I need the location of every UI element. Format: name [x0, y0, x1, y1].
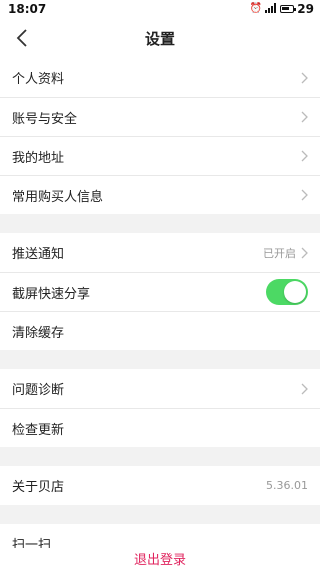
row-buyer-info[interactable]: 常用购买人信息 — [0, 175, 320, 214]
chevron-right-icon — [301, 72, 308, 83]
battery-level: 29 — [297, 2, 314, 16]
status-time: 18:07 — [8, 2, 47, 16]
version-value: 5.36.01 — [266, 479, 308, 492]
chevron-right-icon — [301, 111, 308, 123]
logout-button[interactable]: 退出登录 — [0, 548, 320, 569]
push-status-value: 已开启 — [263, 246, 296, 260]
row-label: 我的地址 — [12, 150, 65, 166]
row-label: 个人资料 — [12, 72, 65, 87]
row-profile[interactable]: 个人资料 — [0, 58, 320, 97]
settings-group-support: 问题诊断 检查更新 — [0, 369, 320, 447]
row-my-address[interactable]: 我的地址 — [0, 136, 320, 175]
row-account-security[interactable]: 账号与安全 — [0, 97, 320, 136]
nav-bar: 设置 — [0, 18, 320, 58]
row-label: 关于贝店 — [12, 480, 65, 495]
row-push-notification[interactable]: 推送通知 已开启 — [0, 233, 320, 272]
toggle-knob — [284, 281, 306, 303]
status-icons: ⏰ 29 — [250, 2, 314, 16]
row-check-update[interactable]: 检查更新 — [0, 408, 320, 447]
row-clear-cache[interactable]: 清除缓存 — [0, 311, 320, 350]
chevron-right-icon — [301, 150, 308, 162]
row-label: 问题诊断 — [12, 383, 65, 398]
row-label: 常用购买人信息 — [12, 189, 104, 205]
screenshot-share-toggle[interactable] — [266, 279, 308, 305]
alarm-icon: ⏰ — [249, 3, 263, 14]
status-bar: 18:07 ⏰ 29 — [0, 0, 320, 18]
chevron-right-icon — [301, 383, 308, 394]
chevron-right-icon — [301, 247, 308, 258]
page-title: 设置 — [144, 29, 175, 48]
row-label: 截屏快速分享 — [12, 286, 91, 302]
row-screenshot-share: 截屏快速分享 — [0, 272, 320, 311]
row-label: 推送通知 — [12, 247, 65, 262]
row-label: 检查更新 — [12, 422, 65, 438]
row-diagnostics[interactable]: 问题诊断 — [0, 369, 320, 408]
row-label: 清除缓存 — [12, 325, 65, 341]
chevron-right-icon — [301, 189, 308, 201]
settings-group-about: 关于贝店 5.36.01 — [0, 466, 320, 505]
row-label: 账号与安全 — [12, 111, 78, 127]
settings-group-notify: 推送通知 已开启 截屏快速分享 清除缓存 — [0, 233, 320, 350]
row-about[interactable]: 关于贝店 5.36.01 — [0, 466, 320, 505]
battery-icon — [280, 5, 297, 13]
settings-group-account: 个人资料 账号与安全 我的地址 常用购买人信息 — [0, 58, 320, 214]
signal-icon — [265, 2, 277, 16]
chevron-left-icon — [16, 29, 27, 47]
back-button[interactable] — [10, 26, 34, 50]
